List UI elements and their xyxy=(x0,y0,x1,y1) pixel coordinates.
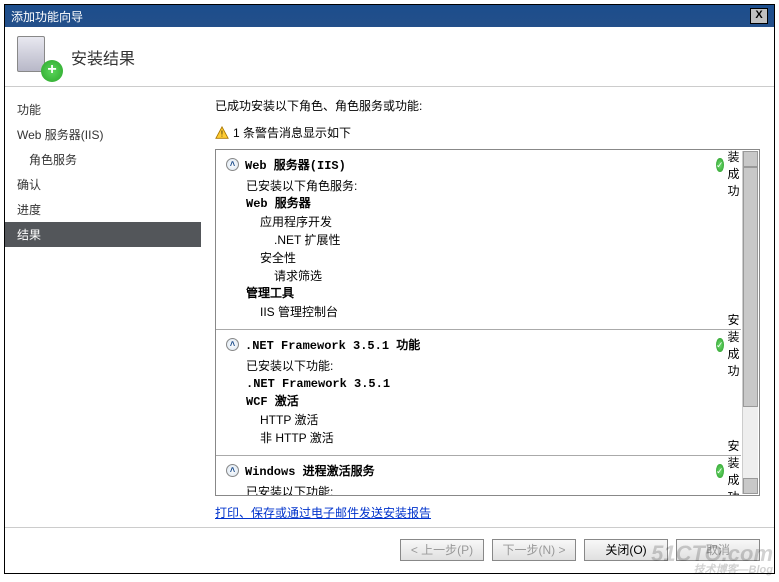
svg-text:!: ! xyxy=(221,129,223,138)
collapse-icon[interactable]: ˄ xyxy=(226,158,239,171)
feature-line: WCF 激活 xyxy=(246,393,731,411)
group-intro: 已安装以下功能: xyxy=(246,357,731,375)
feature-line: 管理工具 xyxy=(246,285,731,303)
success-icon: ✓ xyxy=(716,158,724,172)
group-body: 已安装以下功能:.NET Framework 3.5.1WCF 激活HTTP 激… xyxy=(226,353,731,449)
sidebar-item-5[interactable]: 结果 xyxy=(5,222,201,247)
group-header[interactable]: ˄Windows 进程激活服务✓安装成功 xyxy=(226,462,731,479)
collapse-icon[interactable]: ˄ xyxy=(226,338,239,351)
feature-line: IIS 管理控制台 xyxy=(246,303,731,321)
feature-line: HTTP 激活 xyxy=(246,411,731,429)
success-icon: ✓ xyxy=(716,464,724,478)
page-title: 安装结果 xyxy=(71,45,135,69)
group-title: Web 服务器(IIS) xyxy=(245,156,346,173)
result-group-1: ˄.NET Framework 3.5.1 功能✓安装成功已安装以下功能:.NE… xyxy=(216,330,741,456)
close-button[interactable]: 关闭(O) xyxy=(584,539,668,561)
warning-row: ! 1 条警告消息显示如下 xyxy=(215,124,760,141)
feature-line: Web 服务器 xyxy=(246,195,731,213)
cancel-button: 取消 xyxy=(676,539,760,561)
sidebar-item-4[interactable]: 进度 xyxy=(5,197,201,222)
wizard-window: 添加功能向导 X + 安装结果 功能Web 服务器(IIS)角色服务确认进度结果… xyxy=(4,4,775,574)
button-bar: < 上一步(P) 下一步(N) > 关闭(O) 取消 xyxy=(5,527,774,571)
wizard-sidebar: 功能Web 服务器(IIS)角色服务确认进度结果 xyxy=(5,87,201,527)
window-close-button[interactable]: X xyxy=(750,8,768,24)
group-title: .NET Framework 3.5.1 功能 xyxy=(245,336,420,353)
summary-text: 已成功安装以下角色、角色服务或功能: xyxy=(215,97,760,114)
window-title: 添加功能向导 xyxy=(11,8,83,25)
sidebar-item-1[interactable]: Web 服务器(IIS) xyxy=(5,122,201,147)
feature-line: 请求筛选 xyxy=(246,267,731,285)
warning-text: 1 条警告消息显示如下 xyxy=(233,124,351,141)
sidebar-item-0[interactable]: 功能 xyxy=(5,97,201,122)
prev-button: < 上一步(P) xyxy=(400,539,484,561)
feature-line: 安全性 xyxy=(246,249,731,267)
titlebar: 添加功能向导 X xyxy=(5,5,774,27)
scrollbar[interactable] xyxy=(742,151,758,494)
sidebar-item-3[interactable]: 确认 xyxy=(5,172,201,197)
feature-line: .NET Framework 3.5.1 xyxy=(246,375,731,393)
group-body: 已安装以下功能: xyxy=(226,479,731,496)
sidebar-item-2[interactable]: 角色服务 xyxy=(5,147,201,172)
feature-line: 非 HTTP 激活 xyxy=(246,429,731,447)
main-panel: 已成功安装以下角色、角色服务或功能: ! 1 条警告消息显示如下 ˄ Web 服务… xyxy=(201,87,774,527)
group-body: 已安装以下角色服务:Web 服务器应用程序开发.NET 扩展性安全性请求筛选管理… xyxy=(226,173,731,323)
print-save-email-link[interactable]: 打印、保存或通过电子邮件发送安装报告 xyxy=(215,506,431,520)
group-intro: 已安装以下功能: xyxy=(246,483,731,496)
result-group-0: ˄Web 服务器(IIS)✓安装成功已安装以下角色服务:Web 服务器应用程序开… xyxy=(216,150,741,330)
group-intro: 已安装以下角色服务: xyxy=(246,177,731,195)
feature-line: 应用程序开发 xyxy=(246,213,731,231)
wizard-header: + 安装结果 xyxy=(5,27,774,87)
success-icon: ✓ xyxy=(716,338,724,352)
warning-icon: ! xyxy=(215,126,229,140)
group-header[interactable]: ˄.NET Framework 3.5.1 功能✓安装成功 xyxy=(226,336,731,353)
results-list: ˄Web 服务器(IIS)✓安装成功已安装以下角色服务:Web 服务器应用程序开… xyxy=(215,149,760,496)
server-plus-icon: + xyxy=(17,36,59,78)
result-group-2: ˄Windows 进程激活服务✓安装成功已安装以下功能: xyxy=(216,456,741,496)
feature-line: .NET 扩展性 xyxy=(246,231,731,249)
group-header[interactable]: ˄Web 服务器(IIS)✓安装成功 xyxy=(226,156,731,173)
group-title: Windows 进程激活服务 xyxy=(245,462,375,479)
next-button: 下一步(N) > xyxy=(492,539,576,561)
collapse-icon[interactable]: ˄ xyxy=(226,464,239,477)
